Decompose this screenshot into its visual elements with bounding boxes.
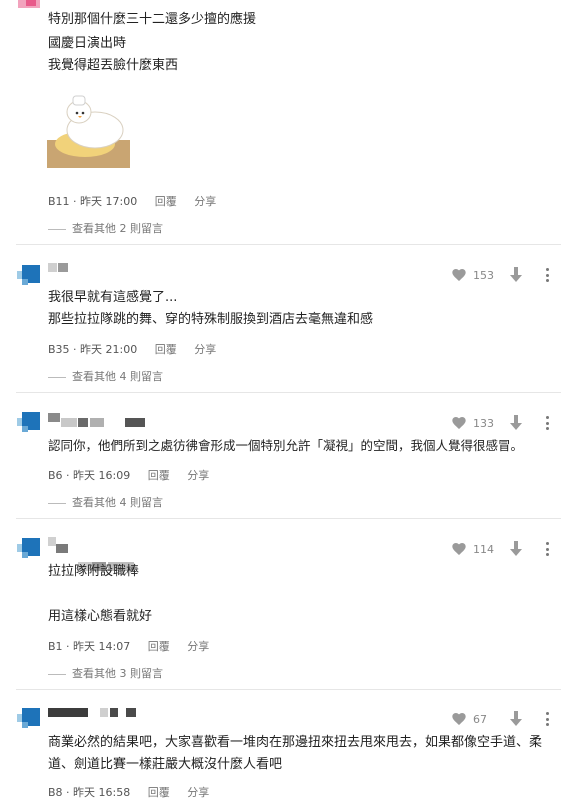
dash-decoration (48, 228, 66, 230)
view-more-label: 查看其他 3 則留言 (72, 667, 163, 680)
username-redacted (78, 418, 88, 427)
comment-meta: B8 · 昨天 16:58 回覆 分享 (48, 786, 210, 799)
username-redacted (58, 263, 68, 272)
floor-label: B11 (48, 195, 70, 208)
comment-actions: 114 (451, 539, 549, 559)
username-redacted (110, 708, 118, 717)
reply-button[interactable]: 回覆 (148, 786, 170, 799)
dash-decoration (48, 502, 66, 504)
divider (16, 392, 561, 393)
floor-label: B35 (48, 343, 70, 356)
avatar[interactable] (17, 538, 40, 558)
share-button[interactable]: 分享 (194, 343, 216, 356)
username-redacted (56, 544, 68, 553)
share-button[interactable]: 分享 (187, 786, 209, 799)
view-more-replies[interactable]: 查看其他 2 則留言 (48, 220, 163, 236)
like-count: 114 (473, 542, 494, 556)
view-more-replies[interactable]: 查看其他 4 則留言 (48, 368, 163, 384)
arrow-down-icon[interactable] (509, 267, 523, 283)
username-redacted (90, 418, 104, 427)
comment-actions: 153 (451, 265, 549, 285)
share-button[interactable]: 分享 (187, 640, 209, 653)
sticker-image[interactable] (47, 92, 130, 168)
comment-text-line: 那些拉拉隊跳的舞、穿的特殊制服換到酒店去毫無違和感 (48, 312, 374, 327)
heart-icon[interactable] (451, 541, 467, 557)
more-vertical-icon[interactable] (545, 416, 549, 430)
dash-decoration (48, 673, 66, 675)
username-redacted (48, 263, 57, 272)
comment-text-line: 拉拉隊附設職棒 (48, 564, 140, 579)
view-more-replies[interactable]: 查看其他 4 則留言 (48, 494, 163, 510)
comment-text-line: 特別那個什麼三十二還多少擅的應援 (48, 12, 257, 27)
view-more-label: 查看其他 4 則留言 (72, 496, 163, 509)
more-vertical-icon[interactable] (545, 712, 549, 726)
avatar[interactable] (17, 412, 40, 432)
view-more-label: 查看其他 4 則留言 (72, 370, 163, 383)
arrow-down-icon[interactable] (509, 415, 523, 431)
reply-button[interactable]: 回覆 (155, 195, 177, 208)
comment-text-line: 用這樣心態看就好 (48, 609, 153, 624)
comment-text-line: 商業必然的結果吧，大家喜歡看一堆肉在那邊扭來扭去甩來甩去，如果都像空手道、柔 (48, 735, 543, 750)
username-redacted (125, 418, 145, 427)
username-redacted (48, 708, 88, 717)
chef-duck-sticker (47, 95, 130, 168)
dash-decoration (48, 376, 66, 378)
divider (16, 689, 561, 690)
arrow-down-icon[interactable] (509, 711, 523, 727)
time-label: 昨天 16:58 (73, 786, 131, 799)
username-redacted (61, 418, 77, 427)
like-count: 153 (473, 268, 494, 282)
reply-button[interactable]: 回覆 (148, 640, 170, 653)
username-redacted (48, 537, 56, 546)
comment-meta: B6 · 昨天 16:09 回覆 分享 (48, 469, 210, 482)
comment-text-line: 我覺得超丟臉什麼東西 (48, 58, 179, 73)
comment-meta: B11 · 昨天 17:00 回覆 分享 (48, 195, 217, 208)
floor-label: B8 (48, 786, 63, 799)
view-more-replies[interactable]: 查看其他 3 則留言 (48, 665, 163, 681)
time-label: 昨天 16:09 (73, 469, 131, 482)
comment-actions: 67 (451, 709, 549, 729)
heart-icon[interactable] (451, 267, 467, 283)
like-count: 133 (473, 416, 494, 430)
avatar-partial-accent (26, 0, 36, 6)
comment-actions: 133 (451, 413, 549, 433)
comment-meta: B35 · 昨天 21:00 回覆 分享 (48, 343, 217, 356)
comment-text-line: 道、劍道比賽一樣莊嚴大概沒什麼人看吧 (48, 757, 283, 772)
like-count: 67 (473, 712, 487, 726)
view-more-label: 查看其他 2 則留言 (72, 222, 163, 235)
reply-button[interactable]: 回覆 (155, 343, 177, 356)
comment-text-line: 我很早就有這感覺了... (48, 290, 178, 305)
comment-meta: B1 · 昨天 14:07 回覆 分享 (48, 640, 210, 653)
floor-label: B6 (48, 469, 63, 482)
time-label: 昨天 14:07 (73, 640, 131, 653)
heart-icon[interactable] (451, 711, 467, 727)
arrow-down-icon[interactable] (509, 541, 523, 557)
divider (16, 518, 561, 519)
share-button[interactable]: 分享 (194, 195, 216, 208)
comment-text-line: 認同你，他們所到之處彷彿會形成一個特別允許「凝視」的空間，我個人覺得很感冒。 (48, 438, 524, 453)
heart-icon[interactable] (451, 415, 467, 431)
divider (16, 244, 561, 245)
floor-label: B1 (48, 640, 63, 653)
username-redacted (100, 708, 108, 717)
avatar[interactable] (17, 265, 40, 285)
username-redacted (126, 708, 136, 717)
more-vertical-icon[interactable] (545, 542, 549, 556)
avatar[interactable] (17, 708, 40, 728)
time-label: 昨天 17:00 (80, 195, 138, 208)
more-vertical-icon[interactable] (545, 268, 549, 282)
comment-text-line: 國慶日演出時 (48, 36, 127, 51)
time-label: 昨天 21:00 (80, 343, 138, 356)
share-button[interactable]: 分享 (187, 469, 209, 482)
username-redacted (48, 413, 60, 422)
reply-button[interactable]: 回覆 (148, 469, 170, 482)
